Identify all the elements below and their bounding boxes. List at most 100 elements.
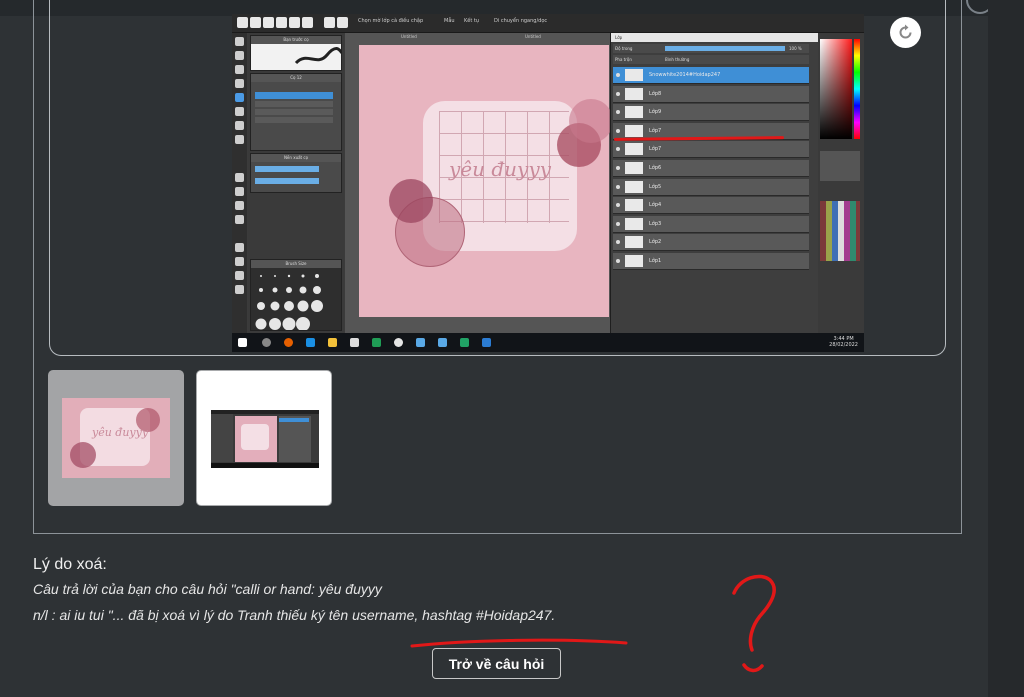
layer-thumbnail — [625, 217, 643, 230]
panel-title: Nền xuất cọ — [251, 154, 341, 162]
layer-thumbnail — [625, 180, 643, 193]
blend-label: Pha trộn — [615, 57, 632, 62]
layers-title: Lớp — [611, 33, 819, 42]
layer-thumbnail — [625, 143, 643, 156]
chrome-icon[interactable] — [394, 338, 403, 347]
tool-strip — [232, 33, 247, 333]
back-to-question-button[interactable]: Trở về câu hỏi — [432, 648, 561, 679]
app-icon[interactable] — [460, 338, 469, 347]
start-icon[interactable] — [238, 338, 247, 347]
undo-icon — [324, 17, 335, 28]
layer-row[interactable]: Lớp7 — [613, 141, 809, 159]
new-icon — [237, 17, 248, 28]
thumbnail-1[interactable]: yêu đuyyy — [48, 370, 184, 506]
color-swatches[interactable] — [820, 201, 860, 261]
layer-name: Lớp4 — [649, 202, 662, 209]
layer-row[interactable]: Lớp6 — [613, 160, 809, 177]
layer-row[interactable]: Lớp4 — [613, 197, 809, 215]
settings-icon — [302, 17, 313, 28]
layer-name: Lớp6 — [649, 165, 662, 171]
layer-row[interactable]: Lớp3 — [613, 215, 809, 233]
folder-icon[interactable] — [328, 338, 337, 347]
eye-icon[interactable] — [616, 128, 620, 133]
layer-thumbnail — [625, 199, 643, 212]
word-icon[interactable] — [482, 338, 491, 347]
open-icon — [250, 17, 261, 28]
screenshot-image: Chọn mờ lớp cà điều chập Mẫu Kết tụ Di c… — [232, 14, 864, 352]
brush-size-grid-icon — [255, 274, 323, 330]
app-icon[interactable] — [438, 338, 447, 347]
color-panel — [818, 33, 864, 333]
hue-slider[interactable] — [854, 39, 860, 139]
drawing-canvas[interactable]: yêu đuyyy — [359, 45, 613, 317]
move-tool-icon — [235, 93, 244, 102]
canvas-tab[interactable]: Untitled — [401, 33, 417, 41]
brush-list-panel: Cọ 12 — [250, 73, 342, 151]
layer-thumbnail — [625, 236, 643, 249]
brush-settings-panel: Nền xuất cọ — [250, 153, 342, 193]
pen-tool-icon — [235, 201, 244, 210]
thumbnail-2[interactable] — [196, 370, 332, 506]
canvas-text: yêu đuyyy — [449, 157, 551, 181]
cloud-icon — [276, 17, 287, 28]
brush-size-panel: Brush Size — [250, 259, 342, 331]
opacity-value: 100 % — [789, 46, 802, 51]
eye-icon[interactable] — [616, 147, 620, 152]
red-underline-stroke — [410, 638, 628, 648]
layer-name: Lớp8 — [649, 90, 662, 97]
app-icon[interactable] — [416, 338, 425, 347]
brush-tool-icon — [235, 37, 244, 46]
rect-tool-icon — [235, 107, 244, 116]
eye-icon[interactable] — [616, 166, 620, 170]
hand-tool-icon — [235, 285, 244, 294]
eye-icon[interactable] — [616, 203, 620, 208]
lasso-tool-icon — [235, 173, 244, 182]
bubble-shape — [389, 179, 433, 223]
gradient-tool-icon — [235, 135, 244, 144]
layer-row[interactable]: Snowwhite2014#Hoidap247 — [613, 67, 809, 84]
toolbar-label: Mẫu — [444, 18, 455, 24]
layer-row[interactable]: Lớp9 — [613, 104, 809, 122]
rotate-button[interactable] — [890, 17, 921, 48]
eye-icon[interactable] — [616, 91, 620, 96]
eye-icon[interactable] — [616, 73, 620, 77]
layer-thumbnail — [625, 124, 643, 137]
opacity-slider[interactable] — [665, 46, 785, 51]
layer-thumbnail — [625, 69, 643, 81]
layer-row[interactable]: Lớp8 — [613, 85, 809, 103]
panel-title: Brush Size — [251, 260, 341, 268]
panel-title: Cọ 12 — [251, 74, 341, 82]
eye-icon[interactable] — [616, 221, 620, 226]
eye-icon[interactable] — [616, 184, 620, 189]
fill-tool-icon — [235, 121, 244, 130]
toolbar-label: Di chuyển ngang/dọc — [494, 18, 548, 24]
save-icon — [263, 17, 274, 28]
edge-icon[interactable] — [306, 338, 315, 347]
eye-icon[interactable] — [616, 240, 620, 245]
search-icon[interactable] — [262, 338, 271, 347]
color-picker[interactable] — [820, 39, 852, 139]
firefox-icon[interactable] — [284, 338, 293, 347]
eye-icon[interactable] — [616, 110, 620, 115]
text-tool-icon — [235, 243, 244, 252]
app-icon[interactable] — [372, 338, 381, 347]
canvas-tab[interactable]: Untitled — [525, 33, 541, 41]
layer-row[interactable]: Lớp1 — [613, 253, 809, 270]
layer-name: Lớp3 — [649, 220, 662, 227]
eye-icon[interactable] — [616, 259, 620, 263]
store-icon[interactable] — [350, 338, 359, 347]
blend-select[interactable]: Bình thường — [665, 57, 689, 62]
os-taskbar: 3:44 PM 28/02/2022 — [232, 333, 864, 352]
wand-tool-icon — [235, 187, 244, 196]
question-mark-dot — [742, 663, 764, 673]
panel-title: Bạn trước cọ — [251, 36, 341, 44]
layer-name: Lớp2 — [649, 239, 662, 246]
redo-icon — [337, 17, 348, 28]
layer-name: Lớp7 — [649, 146, 662, 153]
app-toolbar: Chọn mờ lớp cà điều chập Mẫu Kết tụ Di c… — [232, 14, 864, 33]
select-tool-icon — [235, 65, 244, 74]
layer-row[interactable]: Lớp2 — [613, 234, 809, 252]
layer-row[interactable]: Lớp5 — [613, 178, 809, 196]
thumbnail-image: yêu đuyyy — [62, 398, 170, 478]
eyedropper-tool-icon — [235, 271, 244, 280]
